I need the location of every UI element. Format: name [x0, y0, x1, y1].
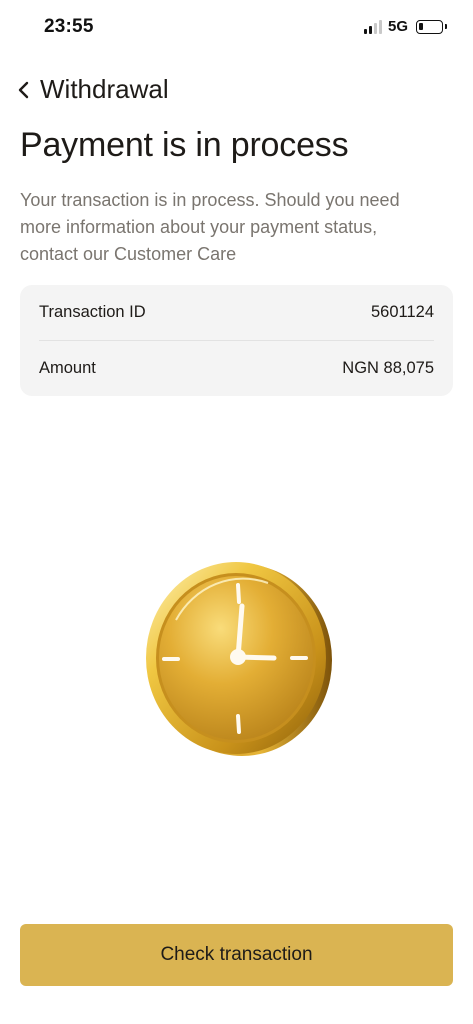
transaction-details-card: Transaction ID 5601124 Amount NGN 88,075: [20, 285, 453, 396]
signal-icon: [363, 19, 382, 34]
status-bar: 23:55 5G: [0, 0, 473, 56]
transaction-id-value: 5601124: [370, 303, 434, 321]
status-time: 23:55: [44, 16, 94, 37]
status-description: Your transaction is in process. Should y…: [20, 190, 400, 264]
network-label: 5G: [387, 18, 408, 35]
page-title: Payment is in process: [20, 126, 349, 164]
amount-row: Amount NGN 88,075: [39, 341, 434, 396]
transaction-id-row: Transaction ID 5601124: [39, 285, 434, 340]
nav-title: Withdrawal: [40, 74, 169, 104]
chevron-left-icon: [18, 81, 29, 99]
status-indicators: 5G: [363, 18, 447, 35]
amount-value: NGN 88,075: [342, 359, 434, 377]
back-button[interactable]: [6, 70, 42, 110]
nav-bar: Withdrawal: [0, 66, 473, 114]
gold-clock-icon: [146, 562, 332, 756]
transaction-id-label: Transaction ID: [39, 303, 146, 321]
check-transaction-button[interactable]: Check transaction: [20, 924, 453, 986]
withdrawal-status-screen: 23:55 5G Withdrawal Payment is in proces…: [0, 0, 473, 1024]
amount-label: Amount: [39, 359, 96, 377]
battery-icon: [416, 19, 447, 34]
